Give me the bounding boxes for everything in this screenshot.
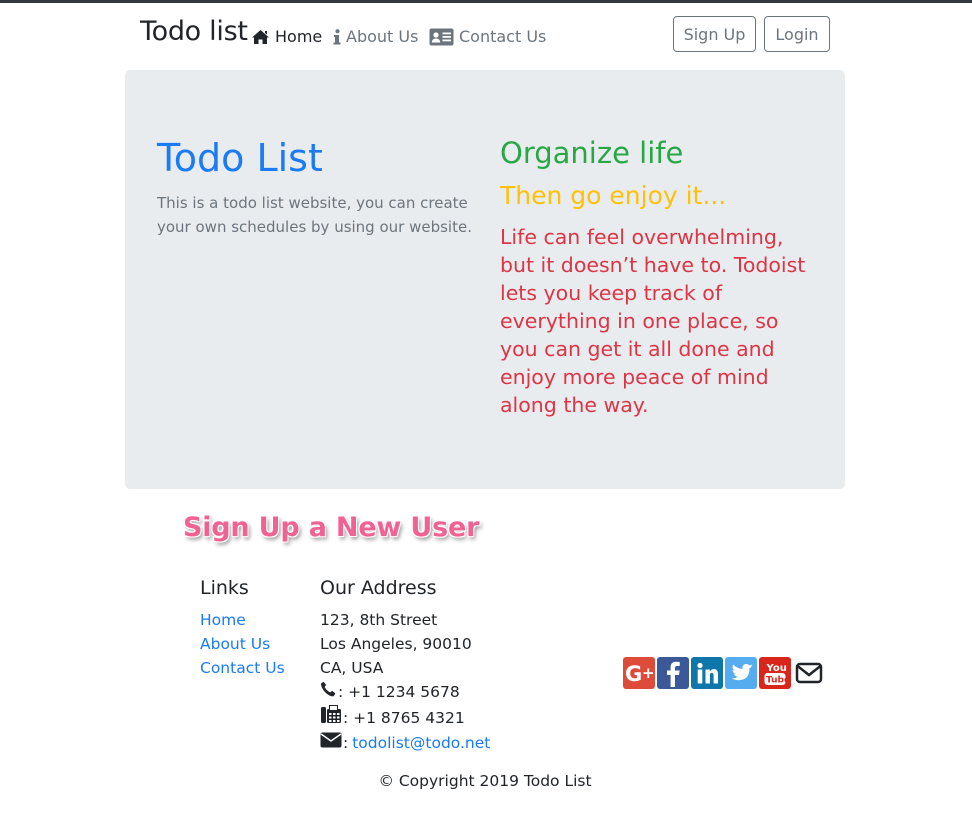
phone-number: : +1 1234 5678 <box>338 683 460 701</box>
login-button[interactable]: Login <box>764 16 830 52</box>
fax-icon <box>320 704 343 731</box>
svg-text:+: + <box>642 664 655 682</box>
facebook-icon[interactable] <box>657 657 689 689</box>
signup-button[interactable]: Sign Up <box>673 16 756 52</box>
jumbotron-body-text: Life can feel overwhelming, but it doesn… <box>500 225 806 417</box>
twitter-icon[interactable] <box>725 657 757 689</box>
home-icon <box>251 29 270 45</box>
signup-heading: Sign Up a New User <box>183 512 480 543</box>
info-icon <box>333 28 341 45</box>
phone-icon <box>320 680 338 704</box>
fax-number: : +1 8765 4321 <box>343 708 465 727</box>
email-line: : todolist@todo.net <box>320 731 490 755</box>
address-line-city: Los Angeles, 90010 <box>320 635 472 653</box>
linkedin-icon[interactable] <box>691 657 723 689</box>
social-links: G + You Tube <box>623 657 825 689</box>
youtube-icon[interactable]: You Tube <box>759 657 791 689</box>
jumbotron-lead: This is a todo list website, you can cre… <box>157 194 472 236</box>
svg-text:You: You <box>766 663 787 674</box>
nav-link-about-label: About Us <box>346 27 419 46</box>
jumbotron-title: Todo List <box>157 136 323 180</box>
address-line-country: CA, USA <box>320 659 384 677</box>
navbar-brand[interactable]: Todo list <box>140 16 248 47</box>
nav-link-contact-label: Contact Us <box>459 27 547 46</box>
nav-link-home[interactable]: Home <box>251 27 322 46</box>
nav-link-contact[interactable]: Contact Us <box>429 27 546 46</box>
envelope-icon <box>320 731 343 755</box>
jumbotron: Todo List This is a todo list website, y… <box>125 70 845 489</box>
footer-link-about[interactable]: About Us <box>200 632 285 656</box>
address-line-street: 123, 8th Street <box>320 611 438 629</box>
address-card-icon <box>429 28 454 46</box>
navbar: Todo list Home About Us Contact Us Sign … <box>0 3 972 70</box>
enjoy-heading: Then go enjoy it... <box>500 181 727 210</box>
envelope-outline-icon[interactable] <box>793 657 825 689</box>
email-prefix: : <box>343 734 349 752</box>
footer-links-column: Links Home About Us Contact Us <box>200 577 285 680</box>
links-heading: Links <box>200 577 249 599</box>
phone-line: : +1 1234 5678 <box>320 680 490 704</box>
organize-heading: Organize life <box>500 136 684 170</box>
nav-link-about[interactable]: About Us <box>333 27 418 46</box>
copyright: © Copyright 2019 Todo List <box>0 772 972 790</box>
email-link[interactable]: todolist@todo.net <box>352 731 490 755</box>
svg-text:Tube: Tube <box>766 676 790 686</box>
copyright-text: © Copyright 2019 Todo List <box>378 772 592 790</box>
address-heading: Our Address <box>320 577 437 599</box>
svg-text:G: G <box>625 662 642 686</box>
footer-link-contact[interactable]: Contact Us <box>200 656 285 680</box>
google-plus-icon[interactable]: G + <box>623 657 655 689</box>
footer-address-column: Our Address 123, 8th Street Los Angeles,… <box>320 577 490 755</box>
nav-link-home-label: Home <box>275 27 323 46</box>
fax-line: : +1 8765 4321 <box>320 704 490 731</box>
footer-link-home[interactable]: Home <box>200 608 285 632</box>
